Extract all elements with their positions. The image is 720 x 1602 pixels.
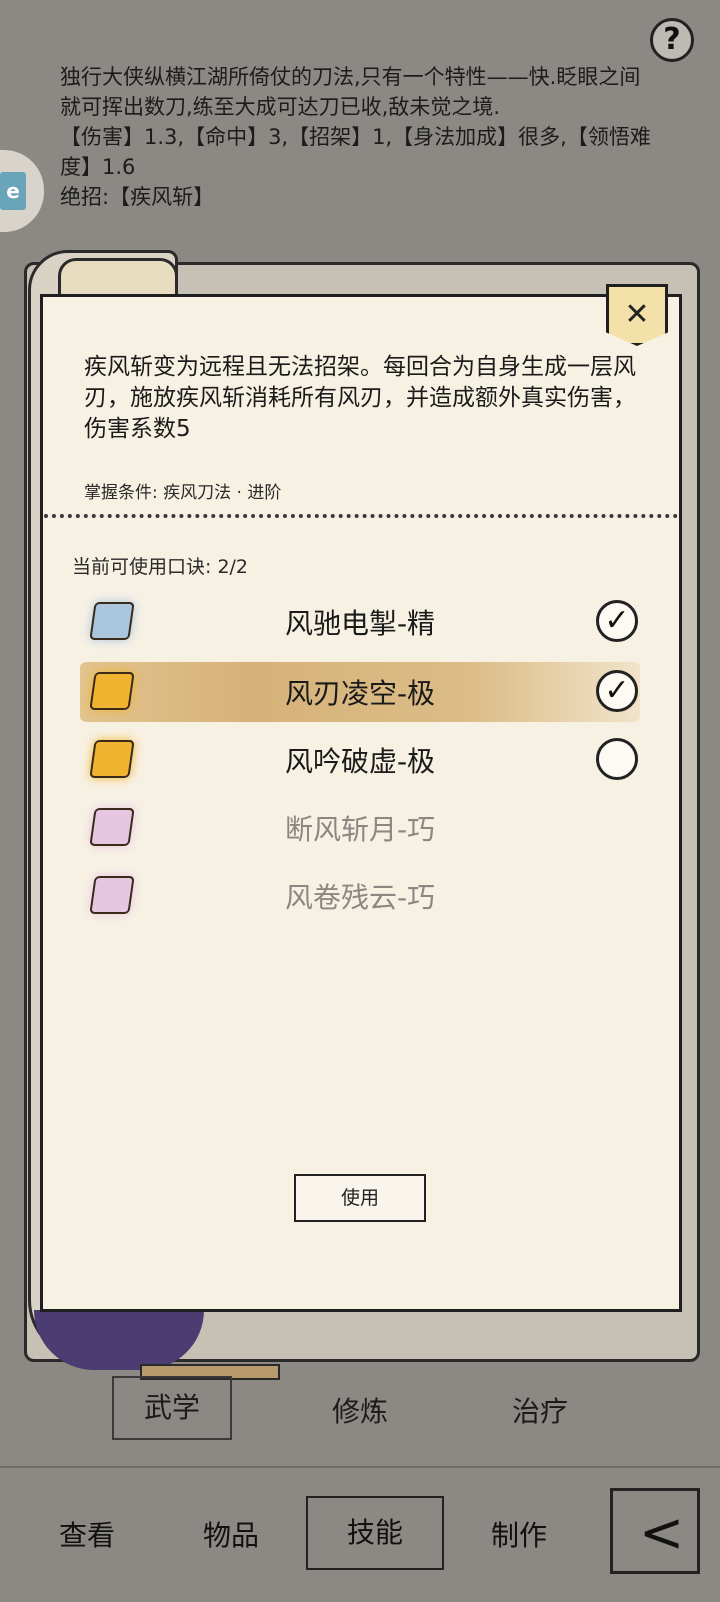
side-badge[interactable]: e xyxy=(0,150,44,232)
verse-item[interactable]: 风卷残云-巧 xyxy=(80,866,640,926)
tab-healing[interactable]: 治疗 xyxy=(480,1390,600,1430)
mastery-condition: 掌握条件: 疾风刀法 · 进阶 xyxy=(84,483,282,503)
scroll-icon xyxy=(89,672,135,710)
back-button[interactable]: < xyxy=(610,1488,700,1574)
checked-circle-icon[interactable]: ✓ xyxy=(596,600,638,642)
checkmark-icon: ✓ xyxy=(604,603,630,638)
tab-martial-arts[interactable]: 武学 xyxy=(112,1376,232,1440)
martial-art-description: 独行大侠纵横江湖所倚仗的刀法,只有一个特性——快.眨眼之间就可挥出数刀,练至大成… xyxy=(60,62,660,212)
stats-text: 【伤害】1.3,【命中】3,【招架】1,【身法加成】很多,【领悟难度】1.6 xyxy=(60,125,651,179)
checkmark-icon: ✓ xyxy=(604,673,630,708)
scroll-top-decoration xyxy=(58,258,178,298)
description-text: 独行大侠纵横江湖所倚仗的刀法,只有一个特性——快.眨眼之间就可挥出数刀,练至大成… xyxy=(60,65,641,119)
ultimate-text: 绝招:【疾风斩】 xyxy=(60,185,215,209)
scroll-icon xyxy=(89,602,135,640)
scroll-icon xyxy=(89,740,135,778)
skill-effect-description: 疾风斩变为远程且无法招架。每回合为自身生成一层风刃，施放疾风斩消耗所有风刃，并造… xyxy=(84,354,636,442)
verse-name: 风刃凌空-极 xyxy=(284,677,436,710)
back-icon: < xyxy=(639,1501,685,1564)
verse-item[interactable]: 断风斩月-巧 xyxy=(80,798,640,858)
verse-item[interactable]: 风刃凌空-极 ✓ xyxy=(80,662,640,722)
scroll-icon xyxy=(89,808,135,846)
nav-crafting[interactable]: 制作 xyxy=(464,1514,574,1554)
divider-line xyxy=(0,1466,720,1468)
close-icon: ✕ xyxy=(624,297,650,332)
verse-name: 断风斩月-巧 xyxy=(284,813,436,846)
usable-verse-count: 当前可使用口诀: 2/2 xyxy=(72,556,249,578)
side-badge-icon: e xyxy=(0,172,26,210)
verse-item[interactable]: 风驰电掣-精 ✓ xyxy=(80,592,640,652)
empty-circle-icon[interactable] xyxy=(596,738,638,780)
verse-name: 风驰电掣-精 xyxy=(284,607,436,640)
verse-name: 风吟破虚-极 xyxy=(284,745,436,778)
use-button[interactable]: 使用 xyxy=(294,1174,426,1222)
nav-skills[interactable]: 技能 xyxy=(306,1496,444,1570)
checked-circle-icon[interactable]: ✓ xyxy=(596,670,638,712)
verse-item[interactable]: 风吟破虚-极 xyxy=(80,730,640,790)
scroll-icon xyxy=(89,876,135,914)
dotted-divider xyxy=(44,514,678,518)
nav-items[interactable]: 物品 xyxy=(176,1514,286,1554)
verse-name: 风卷残云-巧 xyxy=(284,881,436,914)
nav-view[interactable]: 查看 xyxy=(32,1514,142,1554)
tab-cultivation[interactable]: 修炼 xyxy=(300,1390,420,1430)
help-icon[interactable]: ? xyxy=(650,18,694,62)
